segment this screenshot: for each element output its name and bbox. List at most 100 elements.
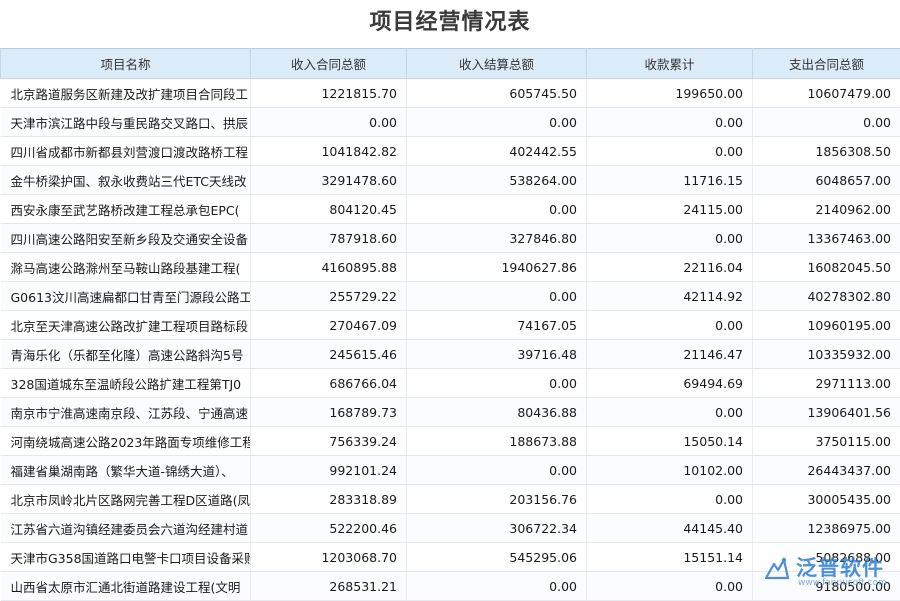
cell-income-contract-total: 992101.24 [251,456,407,485]
cell-expense-contract-total: 16082045.50 [753,253,900,282]
cell-project-name[interactable]: 北京至天津高速公路改扩建工程项目路标段 [1,311,251,340]
cell-project-name[interactable]: 福建省巢湖南路（繁华大道-锦绣大道）、 [1,456,251,485]
cell-receipts-cumulative: 0.00 [587,398,753,427]
cell-receipts-cumulative: 0.00 [587,108,753,137]
cell-expense-contract-total: 40278302.80 [753,282,900,311]
cell-income-contract-total: 1221815.70 [251,79,407,108]
cell-project-name[interactable]: 西安永康至武艺路桥改建工程总承包EPC( [1,195,251,224]
cell-income-settlement-total: 80436.88 [407,398,587,427]
cell-expense-contract-total: 12386975.00 [753,514,900,543]
cell-income-settlement-total: 402442.55 [407,137,587,166]
table-row[interactable]: 南京市宁淮高速南京段、江苏段、宁通高速168789.7380436.880.00… [1,398,900,427]
column-header-project-name[interactable]: 项目名称 [1,49,251,79]
cell-receipts-cumulative: 24115.00 [587,195,753,224]
table-body: 北京路道服务区新建及改扩建项目合同段工1221815.70605745.5019… [1,79,900,601]
cell-income-settlement-total: 0.00 [407,369,587,398]
cell-expense-contract-total: 2971113.00 [753,369,900,398]
cell-income-contract-total: 0.00 [251,108,407,137]
cell-income-contract-total: 3291478.60 [251,166,407,195]
column-header-income-settlement-total[interactable]: 收入结算总额 [407,49,587,79]
cell-income-contract-total: 804120.45 [251,195,407,224]
cell-receipts-cumulative: 69494.69 [587,369,753,398]
cell-income-contract-total: 756339.24 [251,427,407,456]
table-row[interactable]: 河南绕城高速公路2023年路面专项维修工程756339.24188673.881… [1,427,900,456]
table-row[interactable]: 滁马高速公路滁州至马鞍山路段基建工程(4160895.881940627.862… [1,253,900,282]
table-row[interactable]: 四川高速公路阳安至新乡段及交通安全设备787918.60327846.800.0… [1,224,900,253]
cell-project-name[interactable]: 天津市滨江路中段与重民路交叉路口、拱辰 [1,108,251,137]
cell-expense-contract-total: 13367463.00 [753,224,900,253]
cell-income-settlement-total: 605745.50 [407,79,587,108]
cell-expense-contract-total: 0.00 [753,108,900,137]
table-row[interactable]: 天津市滨江路中段与重民路交叉路口、拱辰0.000.000.000.00 [1,108,900,137]
cell-project-name[interactable]: 江苏省六道沟镇经建委员会六道沟经建村道 [1,514,251,543]
cell-income-settlement-total: 0.00 [407,572,587,601]
table-row[interactable]: 福建省巢湖南路（繁华大道-锦绣大道）、992101.240.0010102.00… [1,456,900,485]
cell-expense-contract-total: 13906401.56 [753,398,900,427]
cell-project-name[interactable]: 328国道城东至温峤段公路扩建工程第TJ0 [1,369,251,398]
cell-receipts-cumulative: 0.00 [587,224,753,253]
column-header-receipts-cumulative[interactable]: 收款累计 [587,49,753,79]
cell-project-name[interactable]: 四川省成都市新都县刘营渡口渡改路桥工程 [1,137,251,166]
cell-expense-contract-total: 30005435.00 [753,485,900,514]
cell-income-settlement-total: 39716.48 [407,340,587,369]
cell-project-name[interactable]: 山西省太原市汇通北街道路建设工程(文明 [1,572,251,601]
cell-income-settlement-total: 327846.80 [407,224,587,253]
cell-project-name[interactable]: 青海乐化（乐都至化隆）高速公路斜沟5号 [1,340,251,369]
table-row[interactable]: 北京路道服务区新建及改扩建项目合同段工1221815.70605745.5019… [1,79,900,108]
cell-income-contract-total: 270467.09 [251,311,407,340]
cell-income-settlement-total: 538264.00 [407,166,587,195]
table-row[interactable]: 青海乐化（乐都至化隆）高速公路斜沟5号245615.4639716.482114… [1,340,900,369]
cell-receipts-cumulative: 15151.14 [587,543,753,572]
table-row[interactable]: 北京市凤岭北片区路网完善工程D区道路(凤283318.89203156.760.… [1,485,900,514]
cell-receipts-cumulative: 15050.14 [587,427,753,456]
cell-receipts-cumulative: 44145.40 [587,514,753,543]
table-row[interactable]: 西安永康至武艺路桥改建工程总承包EPC(804120.450.0024115.0… [1,195,900,224]
cell-income-contract-total: 283318.89 [251,485,407,514]
cell-project-name[interactable]: 天津市G358国道路口电警卡口项目设备采购 [1,543,251,572]
table-row[interactable]: 江苏省六道沟镇经建委员会六道沟经建村道522200.46306722.34441… [1,514,900,543]
cell-expense-contract-total: 1856308.50 [753,137,900,166]
table-row[interactable]: 北京至天津高速公路改扩建工程项目路标段270467.0974167.050.00… [1,311,900,340]
cell-income-contract-total: 522200.46 [251,514,407,543]
cell-income-contract-total: 1041842.82 [251,137,407,166]
cell-income-settlement-total: 0.00 [407,108,587,137]
cell-project-name[interactable]: 滁马高速公路滁州至马鞍山路段基建工程( [1,253,251,282]
cell-income-contract-total: 4160895.88 [251,253,407,282]
fanpu-logo-icon [762,554,792,584]
brand-watermark: 泛普软件 www.fanpusoft.com [762,550,890,590]
column-header-expense-contract-total[interactable]: 支出合同总额 [753,49,900,79]
cell-receipts-cumulative: 10102.00 [587,456,753,485]
cell-expense-contract-total: 3750115.00 [753,427,900,456]
table-row[interactable]: 金牛桥梁护国、叙永收费站三代ETC天线改3291478.60538264.001… [1,166,900,195]
cell-project-name[interactable]: 金牛桥梁护国、叙永收费站三代ETC天线改 [1,166,251,195]
cell-expense-contract-total: 10960195.00 [753,311,900,340]
cell-receipts-cumulative: 0.00 [587,572,753,601]
cell-receipts-cumulative: 0.00 [587,485,753,514]
cell-project-name[interactable]: 南京市宁淮高速南京段、江苏段、宁通高速 [1,398,251,427]
cell-income-contract-total: 1203068.70 [251,543,407,572]
table-row[interactable]: 328国道城东至温峤段公路扩建工程第TJ0686766.040.0069494.… [1,369,900,398]
cell-income-settlement-total: 0.00 [407,456,587,485]
table-header-row: 项目名称 收入合同总额 收入结算总额 收款累计 支出合同总额 [1,49,900,79]
column-header-income-contract-total[interactable]: 收入合同总额 [251,49,407,79]
cell-income-contract-total: 686766.04 [251,369,407,398]
watermark-url-text: www.fanpusoft.com [798,578,887,588]
project-operation-table: 项目名称 收入合同总额 收入结算总额 收款累计 支出合同总额 北京路道服务区新建… [0,48,900,601]
page-title: 项目经营情况表 [0,0,900,48]
cell-expense-contract-total: 2140962.00 [753,195,900,224]
cell-expense-contract-total: 10607479.00 [753,79,900,108]
cell-project-name[interactable]: 北京路道服务区新建及改扩建项目合同段工 [1,79,251,108]
cell-expense-contract-total: 26443437.00 [753,456,900,485]
cell-income-settlement-total: 306722.34 [407,514,587,543]
cell-project-name[interactable]: 北京市凤岭北片区路网完善工程D区道路(凤 [1,485,251,514]
table-row[interactable]: G0613汶川高速扁都口甘青至门源段公路工255729.220.0042114.… [1,282,900,311]
cell-receipts-cumulative: 42114.92 [587,282,753,311]
cell-income-settlement-total: 74167.05 [407,311,587,340]
cell-receipts-cumulative: 199650.00 [587,79,753,108]
cell-income-settlement-total: 0.00 [407,195,587,224]
table-row[interactable]: 四川省成都市新都县刘营渡口渡改路桥工程1041842.82402442.550.… [1,137,900,166]
cell-income-settlement-total: 545295.06 [407,543,587,572]
cell-project-name[interactable]: 四川高速公路阳安至新乡段及交通安全设备 [1,224,251,253]
cell-project-name[interactable]: G0613汶川高速扁都口甘青至门源段公路工 [1,282,251,311]
cell-project-name[interactable]: 河南绕城高速公路2023年路面专项维修工程 [1,427,251,456]
